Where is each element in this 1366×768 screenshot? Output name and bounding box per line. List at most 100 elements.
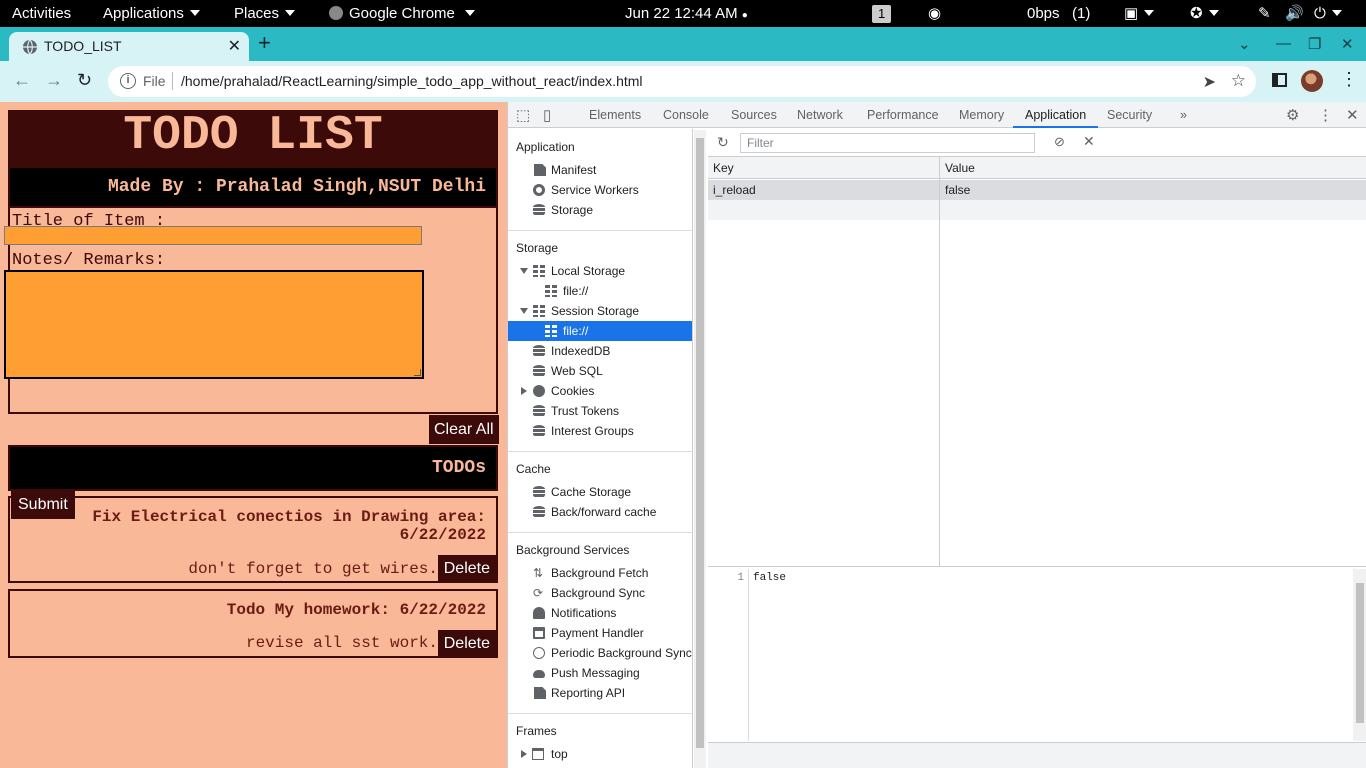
avatar[interactable] — [1301, 70, 1323, 92]
new-tab-button[interactable]: + — [258, 30, 271, 56]
workspace-number: 1 — [872, 5, 892, 23]
back-icon[interactable]: ← — [13, 70, 31, 91]
sidebar-item-cache-storage[interactable]: Cache Storage — [508, 482, 692, 502]
database-icon — [533, 345, 545, 357]
filter-input[interactable]: Filter — [740, 133, 1035, 153]
expand-arrow-icon[interactable] — [520, 308, 528, 314]
close-devtools-icon[interactable]: ✕ — [1346, 106, 1359, 124]
minimize-icon[interactable]: — — [1276, 35, 1291, 52]
tab-memory[interactable]: Memory — [959, 102, 1004, 128]
divider — [508, 713, 692, 714]
tab-network[interactable]: Network — [797, 102, 843, 128]
resize-grip-icon[interactable] — [414, 369, 421, 376]
refresh-icon[interactable]: ↻ — [717, 134, 729, 151]
bell-icon — [533, 607, 545, 619]
more-tabs-icon[interactable]: » — [1180, 102, 1187, 128]
maximize-icon[interactable]: ❐ — [1308, 35, 1321, 53]
tab-application[interactable]: Application — [1013, 102, 1099, 128]
globe-icon — [23, 39, 37, 55]
devtools-menu-icon[interactable]: ⋮ — [1318, 106, 1333, 124]
table-row-empty[interactable] — [708, 200, 1366, 220]
sidebar-item-back-forward-cache[interactable]: Back/forward cache — [508, 502, 692, 522]
sidebar-item-session-file[interactable]: file:// — [508, 321, 692, 341]
reload-icon[interactable]: ↻ — [77, 70, 92, 91]
sidebar-item-payment-handler[interactable]: Payment Handler — [508, 623, 692, 643]
scrollbar-thumb[interactable] — [696, 138, 704, 748]
tab-security[interactable]: Security — [1107, 102, 1152, 128]
tab-performance[interactable]: Performance — [867, 102, 939, 128]
clock-icon — [533, 647, 545, 659]
browser-tab[interactable]: TODO_LIST ✕ — [9, 32, 249, 61]
sidebar-item-storage[interactable]: Storage — [508, 200, 692, 220]
camera-icon[interactable]: ◉ — [928, 0, 941, 27]
sidebar-item-periodic-background-sync[interactable]: Periodic Background Sync — [508, 643, 692, 663]
clipboard-icon[interactable]: ▣ — [1124, 0, 1154, 27]
tab-sources[interactable]: Sources — [731, 102, 777, 128]
todo-card: Fix Electrical conectios in Drawing area… — [8, 496, 498, 583]
sidebar-item-service-workers[interactable]: Service Workers — [508, 180, 692, 200]
inspect-element-icon[interactable]: ⬚ — [516, 106, 530, 124]
expand-arrow-icon[interactable] — [521, 750, 527, 758]
forward-icon[interactable]: → — [45, 70, 63, 91]
sidebar-item-notifications[interactable]: Notifications — [508, 603, 692, 623]
app-menu[interactable]: Google Chrome — [329, 0, 475, 27]
clear-all-button[interactable]: Clear All — [429, 415, 499, 444]
sidebar-item-background-sync[interactable]: ⟳ Background Sync — [508, 583, 692, 603]
sidebar-item-label: IndexedDB — [551, 344, 611, 358]
tab-console[interactable]: Console — [663, 102, 709, 128]
sidebar-item-local-storage[interactable]: Local Storage — [508, 261, 692, 281]
volume-icon[interactable]: 🔊 — [1285, 0, 1304, 27]
sidebar-item-manifest[interactable]: Manifest — [508, 160, 692, 180]
places-menu[interactable]: Places — [234, 0, 295, 27]
device-toolbar-icon[interactable]: ▯ — [543, 106, 551, 124]
tab-search-icon[interactable]: ⌄ — [1238, 35, 1251, 53]
pen-icon[interactable]: ✎ — [1258, 0, 1271, 27]
bookmark-star-icon[interactable]: ☆ — [1231, 71, 1246, 91]
column-header-value[interactable]: Value — [940, 157, 1366, 179]
activities-button[interactable]: Activities — [12, 0, 71, 27]
clock[interactable]: Jun 22 12:44 AM ● — [625, 0, 748, 27]
column-header-key[interactable]: Key — [708, 157, 939, 179]
notes-textarea[interactable] — [4, 270, 424, 379]
sidebar-scrollbar[interactable] — [694, 130, 706, 768]
sidebar-item-background-fetch[interactable]: ⇅ Background Fetch — [508, 563, 692, 583]
expand-arrow-icon[interactable] — [520, 268, 528, 274]
title-input[interactable] — [4, 226, 422, 245]
close-window-icon[interactable]: ✕ — [1341, 35, 1354, 53]
table-row[interactable]: i_reload false — [708, 180, 1366, 200]
chrome-menu-icon[interactable]: ⋮ — [1340, 69, 1358, 90]
sidebar-item-label: Local Storage — [551, 264, 626, 278]
delete-selected-icon[interactable]: ✕ — [1083, 133, 1095, 150]
clear-all-block-icon[interactable]: ⊘ — [1054, 134, 1065, 150]
sidebar-item-interest-groups[interactable]: Interest Groups — [508, 421, 692, 441]
todo-title-line: 6/22/2022 — [399, 526, 486, 544]
sidebar-item-trust-tokens[interactable]: Trust Tokens — [508, 401, 692, 421]
applications-menu[interactable]: Applications — [103, 0, 200, 27]
net-speed-indicator[interactable]: 0bps (1) — [1027, 0, 1090, 27]
accessibility-icon[interactable]: ✪ — [1190, 0, 1219, 27]
send-icon[interactable]: ➤ — [1203, 72, 1216, 92]
info-icon[interactable]: i — [120, 73, 136, 89]
sidebar-item-local-file[interactable]: file:// — [508, 281, 692, 301]
sidebar-item-reporting-api[interactable]: Reporting API — [508, 683, 692, 703]
side-panel-icon[interactable] — [1272, 73, 1287, 87]
close-tab-icon[interactable]: ✕ — [228, 36, 241, 56]
sidebar-item-web-sql[interactable]: Web SQL — [508, 361, 692, 381]
sidebar-item-indexeddb[interactable]: IndexedDB — [508, 341, 692, 361]
delete-button[interactable]: Delete — [437, 555, 496, 582]
address-bar[interactable]: i File /home/prahalad/ReactLearning/simp… — [108, 66, 1256, 97]
sidebar-item-push-messaging[interactable]: Push Messaging — [508, 663, 692, 683]
workspace-indicator[interactable]: 1 — [872, 0, 892, 27]
database-icon — [533, 405, 545, 417]
tab-elements[interactable]: Elements — [589, 102, 641, 128]
sidebar-item-cookies[interactable]: Cookies — [508, 381, 692, 401]
sidebar-item-session-storage[interactable]: Session Storage — [508, 301, 692, 321]
database-icon — [533, 486, 545, 498]
power-icon[interactable]: ⏻ — [1314, 0, 1342, 27]
delete-button[interactable]: Delete — [437, 630, 496, 657]
preview-scrollbar[interactable] — [1353, 569, 1366, 741]
expand-arrow-icon[interactable] — [521, 387, 527, 395]
scrollbar-thumb[interactable] — [1356, 583, 1364, 723]
settings-gear-icon[interactable]: ⚙ — [1286, 106, 1299, 124]
sidebar-item-frame-top[interactable]: top — [508, 744, 692, 764]
